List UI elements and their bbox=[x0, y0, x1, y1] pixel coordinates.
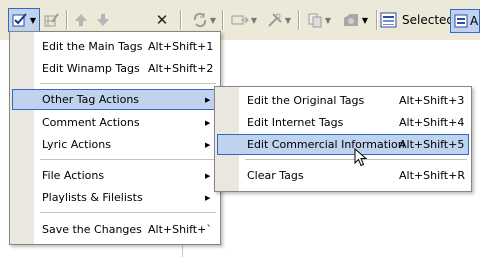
menu-item-label: File Actions bbox=[42, 169, 105, 182]
menu-item-label: Save the Changes bbox=[42, 223, 142, 236]
menu-item-lyric-actions[interactable]: Lyric Actions ▶ bbox=[12, 134, 218, 155]
toolbar-separator bbox=[222, 10, 223, 30]
submenu-arrow-icon: ▶ bbox=[205, 140, 211, 149]
dropdown-arrow-icon: ▼ bbox=[284, 15, 292, 25]
move-up-button[interactable] bbox=[72, 8, 90, 32]
menu-item-label: Other Tag Actions bbox=[42, 93, 140, 106]
menu-item-label: Clear Tags bbox=[247, 169, 304, 182]
toolbar-separator bbox=[180, 10, 181, 30]
all-files-label: A bbox=[470, 14, 479, 28]
menu-item-shortcut: Alt+Shift+3 bbox=[399, 94, 465, 107]
copy-button[interactable]: ▼ bbox=[304, 8, 334, 32]
menu-item-shortcut: Alt+Shift+5 bbox=[399, 138, 465, 151]
all-files-button[interactable]: A bbox=[450, 9, 480, 33]
menu-item-file-actions[interactable]: File Actions ▶ bbox=[12, 165, 218, 186]
mouse-cursor-icon bbox=[354, 148, 368, 167]
menu-separator bbox=[40, 212, 216, 213]
menu-item-playlists-filelists[interactable]: Playlists & Filelists ▶ bbox=[12, 187, 218, 208]
menu-separator bbox=[40, 159, 216, 160]
submenu-arrow-icon: ▶ bbox=[205, 118, 211, 127]
convert-button[interactable]: ▼ bbox=[228, 8, 260, 32]
menu-item-edit-main-tags[interactable]: Edit the Main Tags Alt+Shift+1 bbox=[12, 36, 218, 57]
menu-item-shortcut: Alt+Shift+1 bbox=[148, 40, 214, 53]
menu-item-label: Lyric Actions bbox=[42, 138, 111, 151]
menu-item-label: Edit Internet Tags bbox=[247, 116, 344, 129]
menu-item-shortcut: Alt+Shift+4 bbox=[399, 116, 465, 129]
convert-icon bbox=[231, 15, 249, 25]
submenu-item-edit-commercial-information[interactable]: Edit Commercial Information Alt+Shift+5 bbox=[217, 134, 469, 155]
close-icon: ✕ bbox=[155, 11, 169, 29]
menu-item-label: Edit Winamp Tags bbox=[42, 62, 140, 75]
menu-item-shortcut: Alt+Shift+2 bbox=[148, 62, 214, 75]
menu-item-other-tag-actions[interactable]: Other Tag Actions ▶ bbox=[12, 89, 218, 110]
submenu-item-edit-internet-tags[interactable]: Edit Internet Tags Alt+Shift+4 bbox=[217, 112, 469, 133]
dropdown-arrow-icon: ▼ bbox=[209, 15, 217, 25]
arrow-down-icon bbox=[97, 14, 109, 26]
list-selected-icon bbox=[380, 12, 397, 28]
dropdown-arrow-icon: ▼ bbox=[361, 15, 369, 25]
tag-sources-icon bbox=[343, 14, 358, 26]
tag-actions-menu: Edit the Main Tags Alt+Shift+1 Edit Wina… bbox=[9, 31, 221, 245]
selected-files-button[interactable]: Selected bbox=[380, 9, 454, 31]
menu-item-label: Edit Commercial Information bbox=[247, 138, 405, 151]
grid-edit-icon bbox=[44, 13, 59, 27]
menu-item-comment-actions[interactable]: Comment Actions ▶ bbox=[12, 112, 218, 133]
toolbar-separator bbox=[66, 10, 67, 30]
menu-item-label: Edit the Original Tags bbox=[247, 94, 365, 107]
menu-item-label: Comment Actions bbox=[42, 116, 140, 129]
menu-item-label: Edit the Main Tags bbox=[42, 40, 143, 53]
tag-sources-button[interactable]: ▼ bbox=[338, 8, 372, 32]
move-down-button[interactable] bbox=[94, 8, 112, 32]
refresh-icon bbox=[193, 12, 207, 28]
submenu-arrow-icon: ▶ bbox=[205, 171, 211, 180]
copy-icon bbox=[308, 13, 322, 28]
menu-item-save-changes[interactable]: Save the Changes Alt+Shift+` bbox=[12, 219, 218, 240]
tools-button[interactable]: ▼ bbox=[264, 8, 294, 32]
refresh-button[interactable]: ▼ bbox=[188, 8, 220, 32]
list-all-icon bbox=[454, 14, 468, 28]
menu-separator bbox=[40, 83, 216, 84]
submenu-arrow-icon: ▶ bbox=[205, 193, 211, 202]
tools-icon bbox=[268, 13, 282, 27]
dropdown-arrow-icon: ▼ bbox=[250, 15, 258, 25]
menu-item-shortcut: Alt+Shift+R bbox=[399, 169, 465, 182]
menu-item-edit-winamp-tags[interactable]: Edit Winamp Tags Alt+Shift+2 bbox=[12, 58, 218, 79]
arrow-up-icon bbox=[75, 14, 87, 26]
disabled-edit-button[interactable] bbox=[42, 8, 62, 32]
dropdown-arrow-icon: ▼ bbox=[29, 15, 37, 25]
menu-item-label: Playlists & Filelists bbox=[42, 191, 143, 204]
toolbar-separator bbox=[376, 10, 377, 30]
submenu-item-clear-tags[interactable]: Clear Tags Alt+Shift+R bbox=[217, 165, 469, 186]
other-tag-actions-submenu: Edit the Original Tags Alt+Shift+3 Edit … bbox=[214, 86, 472, 192]
dropdown-arrow-icon: ▼ bbox=[324, 15, 332, 25]
tag-actions-button[interactable]: ▼ bbox=[8, 8, 40, 32]
close-panel-button[interactable]: ✕ bbox=[150, 8, 174, 32]
checkbox-tag-icon bbox=[12, 13, 27, 27]
toolbar-separator bbox=[298, 10, 299, 30]
submenu-item-edit-original-tags[interactable]: Edit the Original Tags Alt+Shift+3 bbox=[217, 90, 469, 111]
submenu-arrow-icon: ▶ bbox=[205, 95, 211, 104]
selected-label: Selected bbox=[402, 13, 455, 27]
menu-item-shortcut: Alt+Shift+` bbox=[148, 223, 212, 236]
